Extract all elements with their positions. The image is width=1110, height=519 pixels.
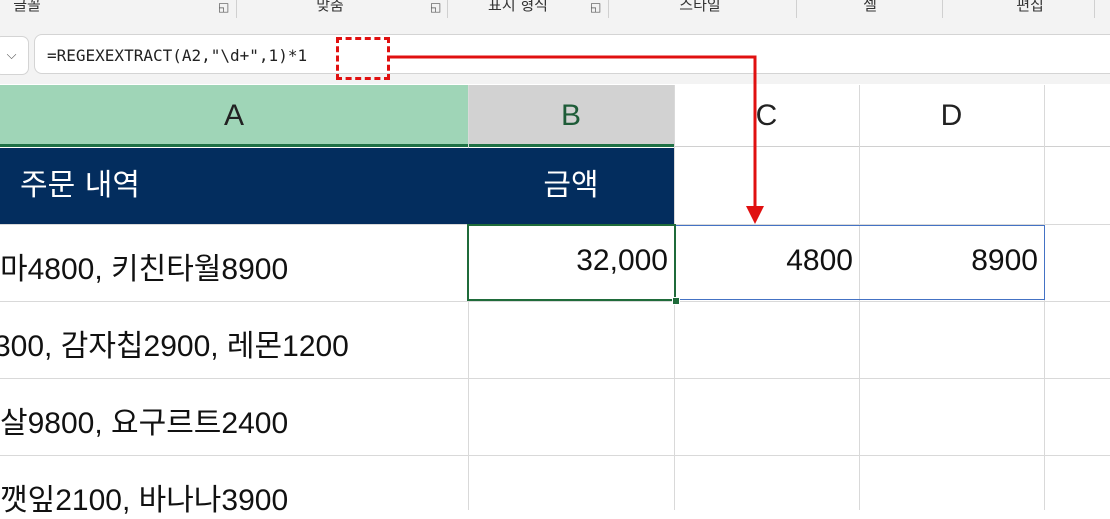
annotation-arrow bbox=[390, 55, 764, 224]
